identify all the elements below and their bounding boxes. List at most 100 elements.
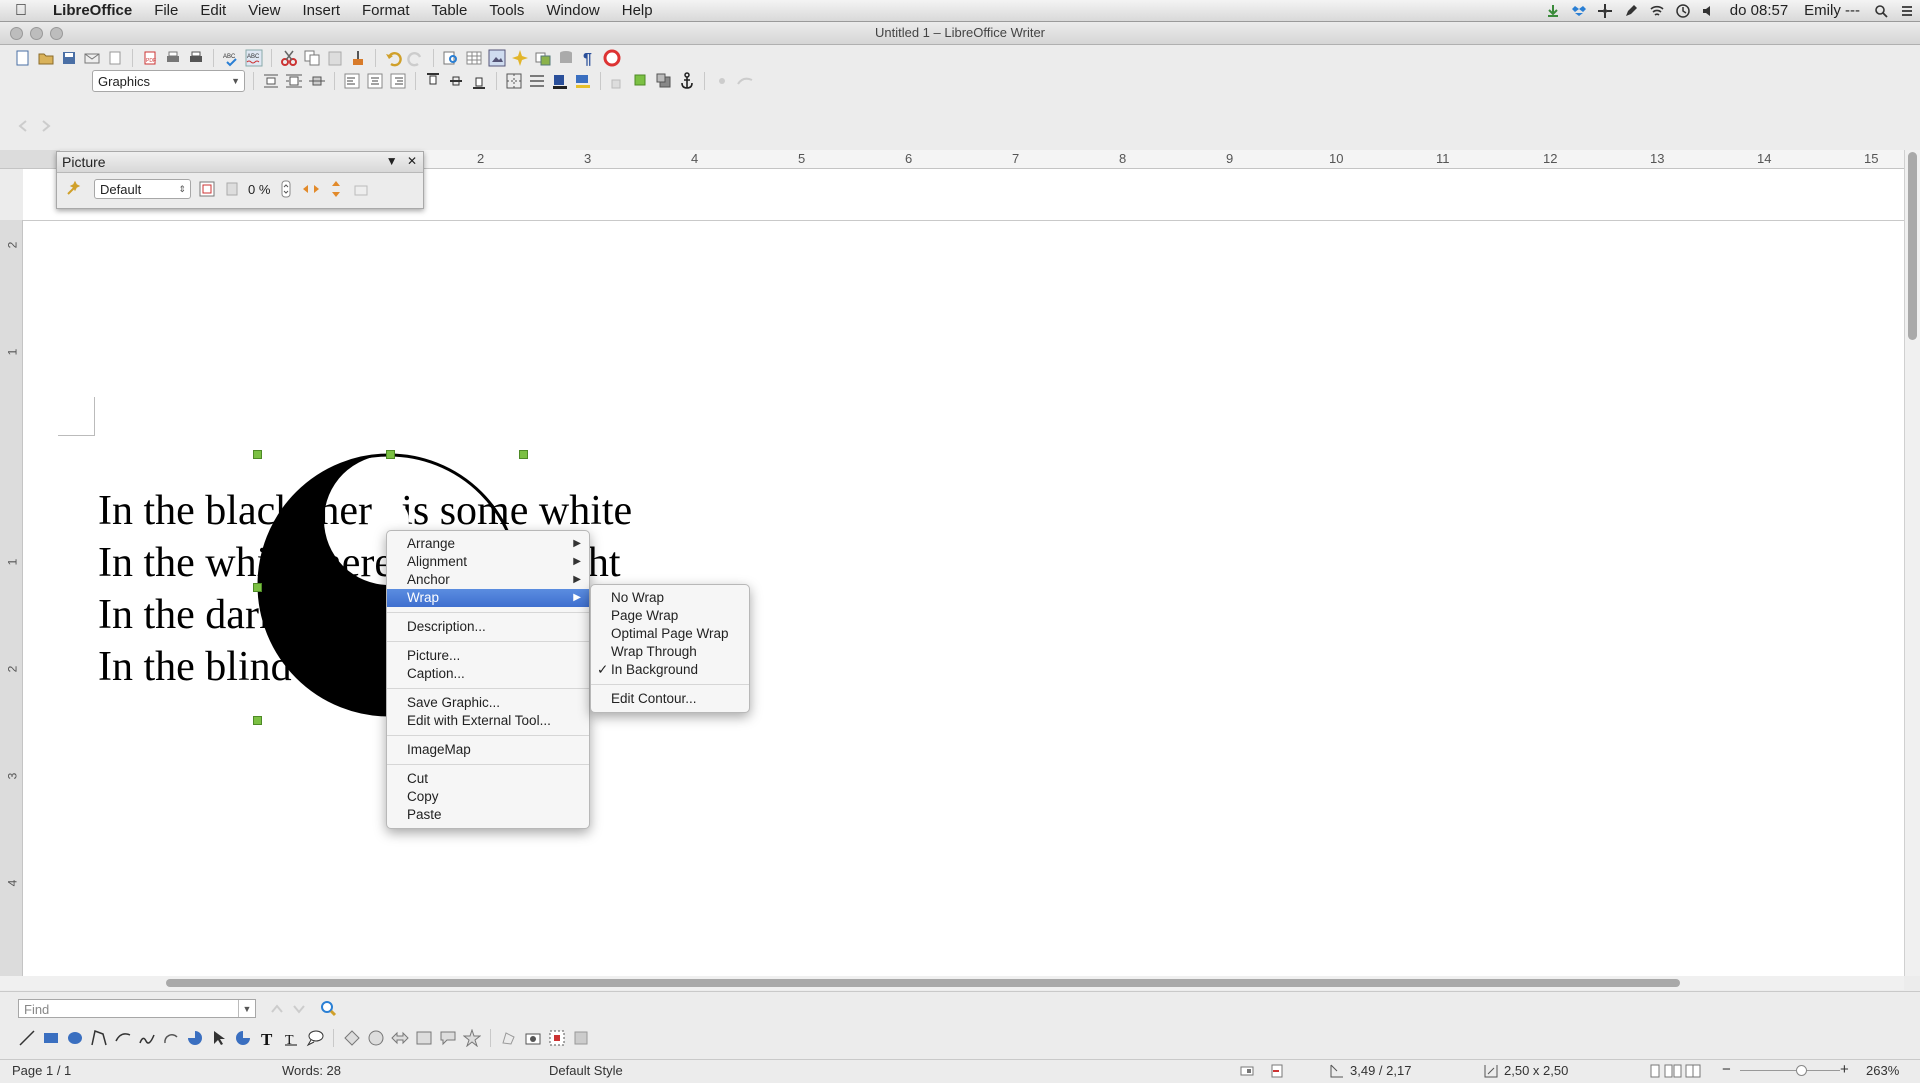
menu-item-picture[interactable]: Picture...: [387, 647, 589, 665]
menu-item-imagemap[interactable]: ImageMap: [387, 741, 589, 759]
menu-item-alignment[interactable]: Alignment: [387, 553, 589, 571]
apple-icon[interactable]: : [0, 2, 42, 20]
print-preview-icon[interactable]: [187, 49, 205, 67]
menu-table[interactable]: Table: [421, 0, 479, 21]
points-icon[interactable]: [500, 1029, 518, 1047]
menu-edit[interactable]: Edit: [189, 0, 237, 21]
menu-help[interactable]: Help: [611, 0, 664, 21]
line-style-icon[interactable]: [528, 72, 546, 90]
clone-formatting-icon[interactable]: [349, 49, 367, 67]
edit-file-icon[interactable]: [106, 49, 124, 67]
picture-properties-icon[interactable]: [352, 180, 370, 198]
wrap-option-in-background[interactable]: ✓ In Background: [591, 661, 749, 679]
menu-item-anchor[interactable]: Anchor: [387, 571, 589, 589]
scrollbar-thumb[interactable]: [166, 979, 1680, 987]
zoom-level[interactable]: 263%: [1866, 1063, 1899, 1078]
cut-icon[interactable]: [280, 49, 298, 67]
menu-window[interactable]: Window: [535, 0, 610, 21]
from-file-icon[interactable]: [548, 1029, 566, 1047]
open-icon[interactable]: [37, 49, 55, 67]
flip-vertical-icon[interactable]: [327, 180, 345, 198]
find-replace-icon[interactable]: [442, 49, 460, 67]
spellcheck-icon[interactable]: ABC: [222, 49, 240, 67]
zoom-slider[interactable]: [1740, 1070, 1840, 1071]
wrap-option-wrap-through[interactable]: Wrap Through: [591, 643, 749, 661]
minimize-window-button[interactable]: [30, 27, 43, 40]
border-color-icon[interactable]: [551, 72, 569, 90]
menu-app[interactable]: LibreOffice: [42, 0, 143, 21]
gallery-icon[interactable]: [534, 49, 552, 67]
forward-arrow-icon[interactable]: [37, 117, 55, 135]
line-tool-icon[interactable]: [18, 1029, 36, 1047]
selection-handle[interactable]: [386, 450, 395, 459]
wifi-icon[interactable]: [1650, 4, 1664, 18]
unlink-frames-icon[interactable]: [609, 72, 627, 90]
autospellcheck-icon[interactable]: ABC: [245, 49, 263, 67]
formatting-marks-icon[interactable]: ¶: [580, 49, 598, 68]
menu-item-arrange[interactable]: Arrange: [387, 535, 589, 553]
find-next-icon[interactable]: [290, 1000, 308, 1018]
callouts-icon[interactable]: [439, 1029, 457, 1047]
zoom-slider-thumb[interactable]: [1796, 1065, 1807, 1076]
clock[interactable]: do 08:57: [1722, 2, 1796, 19]
wrap-option-no-wrap[interactable]: No Wrap: [591, 589, 749, 607]
arc-tool-icon[interactable]: [162, 1029, 180, 1047]
transparency-stepper[interactable]: [277, 180, 295, 198]
scrollbar-thumb[interactable]: [1908, 152, 1917, 340]
flowchart-icon[interactable]: [415, 1029, 433, 1047]
copy-icon[interactable]: [303, 49, 321, 67]
find-input[interactable]: Find ▼: [18, 999, 256, 1018]
download-icon[interactable]: [1546, 4, 1560, 18]
stars-icon[interactable]: [462, 1028, 482, 1048]
wrap-option-optimal-page-wrap[interactable]: Optimal Page Wrap: [591, 625, 749, 643]
menu-item-copy[interactable]: Copy: [387, 788, 589, 806]
pen-icon[interactable]: [1624, 4, 1638, 18]
link-frames-icon[interactable]: [713, 72, 731, 90]
undo-icon[interactable]: [384, 49, 402, 67]
export-pdf-icon[interactable]: PDF: [141, 49, 159, 67]
page-wrap-icon[interactable]: [285, 72, 303, 90]
menu-view[interactable]: View: [237, 0, 291, 21]
zoom-in-button[interactable]: +: [1840, 1061, 1849, 1078]
find-previous-icon[interactable]: [268, 1000, 286, 1018]
graphics-mode-select[interactable]: Default ⇕: [94, 179, 191, 199]
vertical-ruler[interactable]: 2 1 1 2 3 4: [0, 220, 23, 976]
align-right-icon[interactable]: [389, 72, 407, 90]
wrap-option-edit-contour[interactable]: Edit Contour...: [591, 690, 749, 708]
fill-tool-icon[interactable]: [234, 1029, 252, 1047]
wrap-option-page-wrap[interactable]: Page Wrap: [591, 607, 749, 625]
menu-tools[interactable]: Tools: [478, 0, 535, 21]
background-color-icon[interactable]: [574, 72, 592, 90]
menu-item-save-graphic[interactable]: Save Graphic...: [387, 694, 589, 712]
zoom-window-button[interactable]: [50, 27, 63, 40]
selection-handle[interactable]: [253, 716, 262, 725]
menu-item-wrap[interactable]: Wrap: [387, 589, 589, 607]
navigator-icon[interactable]: [511, 49, 529, 67]
chevron-down-icon[interactable]: ▼: [238, 1000, 255, 1017]
vertical-scrollbar[interactable]: [1904, 150, 1920, 976]
menu-item-caption[interactable]: Caption...: [387, 665, 589, 683]
time-machine-icon[interactable]: [1676, 3, 1690, 18]
menu-item-edit-with-external-tool[interactable]: Edit with External Tool...: [387, 712, 589, 730]
menu-item-cut[interactable]: Cut: [387, 770, 589, 788]
callout-tool-icon[interactable]: [306, 1029, 324, 1047]
close-window-button[interactable]: [10, 27, 23, 40]
basic-shapes-icon[interactable]: [343, 1029, 361, 1047]
align-left-icon[interactable]: [343, 72, 361, 90]
pie-tool-icon[interactable]: [186, 1029, 204, 1047]
borders-icon[interactable]: [505, 72, 523, 90]
polygon-tool-icon[interactable]: [90, 1029, 108, 1047]
edit-points-icon[interactable]: [736, 72, 754, 90]
send-to-back-icon[interactable]: [655, 72, 673, 90]
symbol-shapes-icon[interactable]: [367, 1029, 385, 1047]
save-icon[interactable]: [60, 49, 78, 67]
align-center-icon[interactable]: [366, 72, 384, 90]
select-arrow-icon[interactable]: [210, 1029, 228, 1047]
fontwork-icon[interactable]: [524, 1029, 542, 1047]
notification-center-icon[interactable]: [1900, 4, 1914, 18]
selection-handle[interactable]: [253, 450, 262, 459]
back-arrow-icon[interactable]: [14, 117, 32, 135]
transparency-value[interactable]: 0 %: [248, 182, 270, 197]
redo-icon[interactable]: [407, 49, 425, 67]
flip-horizontal-icon[interactable]: [302, 180, 320, 198]
